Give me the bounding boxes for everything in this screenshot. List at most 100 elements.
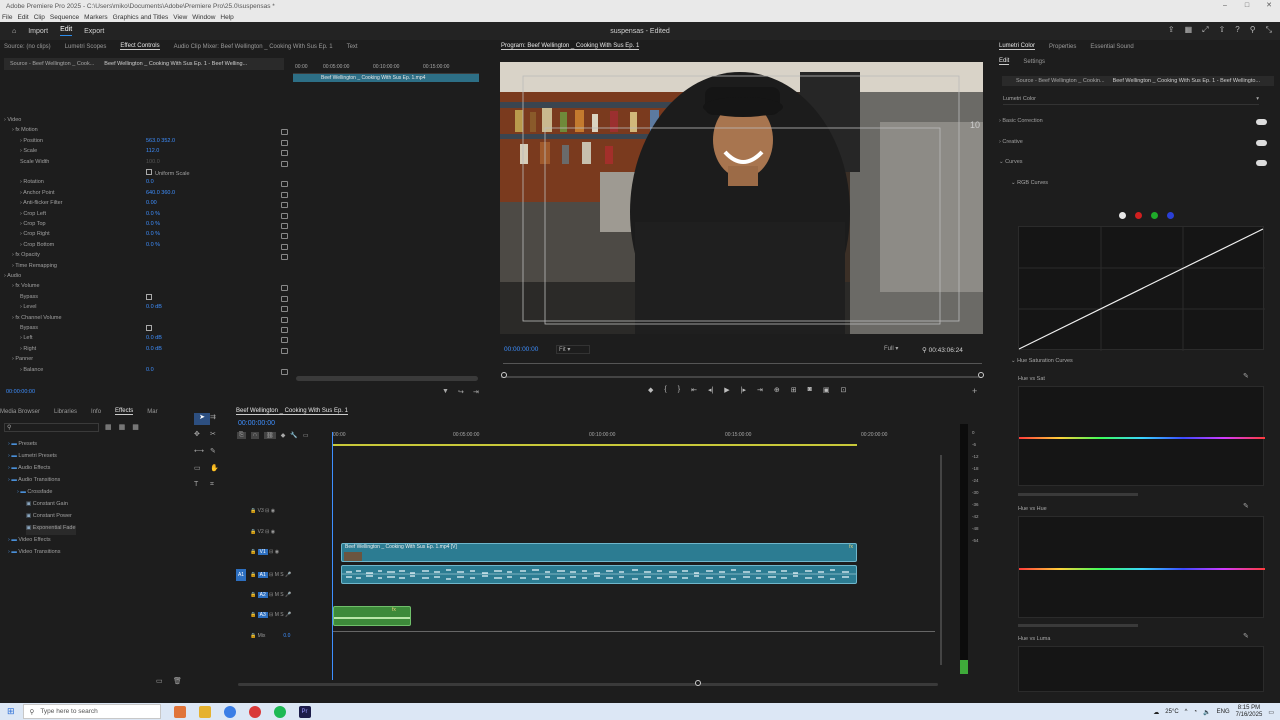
filter-icon[interactable]: ▼ bbox=[442, 388, 449, 395]
edit-tab[interactable]: Edit bbox=[60, 26, 73, 36]
weather-icon[interactable]: ☁ bbox=[1153, 709, 1159, 716]
step-back-icon[interactable]: ◂| bbox=[708, 386, 713, 394]
help-icon[interactable]: ? bbox=[1235, 25, 1239, 35]
program-tab[interactable]: Program: Beef Wellington _ Cooking With … bbox=[501, 43, 640, 50]
eye-icon[interactable]: ⊟ ◉ bbox=[268, 549, 279, 555]
curve-channel-dot[interactable] bbox=[1135, 212, 1142, 219]
razor-tool-icon[interactable]: ✂ bbox=[210, 430, 226, 442]
export-frame-icon[interactable]: ◙ bbox=[808, 386, 812, 394]
reset-parameter-icon[interactable] bbox=[281, 368, 288, 375]
property-value[interactable]: 0.0 bbox=[146, 367, 154, 377]
track-header-v3[interactable]: 🔒 V3 ⊟ ◉ bbox=[250, 508, 275, 514]
clip-dropdown[interactable]: Beef Wellington _ Cooking With Sus Ep. 1… bbox=[104, 61, 247, 67]
premiere-icon[interactable]: Pr bbox=[298, 705, 311, 718]
reset-parameter-icon[interactable] bbox=[281, 316, 288, 323]
play-only-audio-icon[interactable]: ↪ bbox=[458, 388, 464, 396]
curve-channel-dot[interactable] bbox=[1167, 212, 1174, 219]
eye-icon[interactable]: ⊟ ◉ bbox=[264, 529, 275, 535]
effects-tab-3[interactable]: Effects bbox=[115, 408, 134, 415]
section-toggle[interactable] bbox=[1256, 119, 1267, 125]
taskbar-search-input[interactable]: ⚲ Type here to search bbox=[22, 704, 161, 719]
reset-parameter-icon[interactable] bbox=[281, 306, 288, 313]
property-value[interactable]: 563.0 352.0 bbox=[146, 138, 175, 148]
eyedropper-icon[interactable]: ✎ bbox=[1243, 372, 1249, 380]
property-value[interactable]: 0.0 dB bbox=[146, 304, 162, 314]
ec-tab-0[interactable]: Source: (no clips) bbox=[4, 44, 51, 50]
reset-parameter-icon[interactable] bbox=[281, 150, 288, 157]
lumetri-section-2[interactable]: ⌄ Curves bbox=[999, 159, 1269, 169]
ec-tab-1[interactable]: Lumetri Scopes bbox=[65, 44, 107, 50]
reset-parameter-icon[interactable] bbox=[281, 347, 288, 354]
quick-export-icon[interactable]: ⇪ bbox=[1168, 25, 1175, 35]
uniform-scale-checkbox[interactable] bbox=[146, 169, 152, 175]
hand-tool-icon[interactable]: ✋ bbox=[210, 464, 226, 476]
hue-vs-luma-graph[interactable] bbox=[1018, 646, 1264, 692]
effect-property-row[interactable]: › Crop Right bbox=[20, 231, 50, 241]
property-value[interactable]: 0.0 % bbox=[146, 221, 160, 231]
close-icon[interactable]: ✕ bbox=[1258, 0, 1280, 12]
effects-tab-4[interactable]: Mar bbox=[147, 409, 157, 415]
effect-property-row[interactable]: › Time Remapping bbox=[12, 263, 57, 273]
effects-tree-item[interactable]: › ▬ Video Effects bbox=[8, 537, 51, 547]
reset-parameter-icon[interactable] bbox=[281, 202, 288, 209]
marker-icon[interactable]: ◆ bbox=[281, 432, 286, 439]
effect-property-row[interactable]: › Left bbox=[20, 335, 33, 345]
compare-view-icon[interactable]: ▣ bbox=[823, 386, 830, 394]
section-toggle[interactable] bbox=[1256, 139, 1267, 146]
hue-sat-curves-header[interactable]: ⌄ Hue Saturation Curves bbox=[1011, 358, 1073, 364]
pen-tool-icon[interactable]: ✎ bbox=[210, 447, 226, 459]
home-icon[interactable]: ⌂ bbox=[12, 28, 16, 35]
reset-parameter-icon[interactable] bbox=[281, 129, 288, 136]
mini-clip-bar[interactable]: Beef Wellington _ Cooking With Sus Ep. 1… bbox=[293, 74, 479, 82]
wifi-icon[interactable]: ◔ bbox=[1194, 709, 1198, 715]
caption-tool-icon[interactable]: ⌗ bbox=[210, 481, 226, 493]
lock-icon[interactable]: 🔒 bbox=[250, 633, 258, 639]
hue-vs-sat-graph[interactable] bbox=[1018, 386, 1265, 486]
mix-value[interactable]: 0.0 bbox=[283, 633, 290, 639]
windows-start-icon[interactable]: ⊞ bbox=[7, 706, 15, 717]
32bit-effects-icon[interactable]: ▦ bbox=[119, 423, 126, 431]
reset-parameter-icon[interactable] bbox=[281, 243, 288, 250]
effect-property-row[interactable]: › Rotation bbox=[20, 179, 44, 189]
audio-clip-a3[interactable]: fx bbox=[333, 606, 411, 626]
menu-markers[interactable]: Markers bbox=[84, 14, 107, 21]
expand-icon[interactable]: ⤡ bbox=[1266, 25, 1272, 35]
fit-dropdown[interactable]: Fit ▾ bbox=[556, 345, 590, 354]
type-tool-icon[interactable]: T bbox=[194, 481, 210, 493]
menu-view[interactable]: View bbox=[173, 14, 187, 21]
curve-channel-dot[interactable] bbox=[1151, 212, 1158, 219]
rgb-curves-header[interactable]: ⌄ RGB Curves bbox=[1011, 180, 1048, 186]
property-value[interactable]: 112.0 bbox=[146, 148, 159, 158]
chrome-icon[interactable] bbox=[223, 705, 236, 718]
reset-parameter-icon[interactable] bbox=[281, 327, 288, 333]
maximize-icon[interactable]: □ bbox=[1236, 0, 1258, 12]
reset-parameter-icon[interactable] bbox=[281, 139, 288, 146]
effect-controls-timecode[interactable]: 00:00:00:00 bbox=[6, 389, 35, 395]
effect-property-row[interactable]: › fx Opacity bbox=[12, 252, 40, 262]
track-header-mix[interactable]: 🔒 Mix 0.0 bbox=[250, 633, 290, 639]
property-value[interactable]: 0.0 dB bbox=[146, 335, 162, 345]
spotify-icon[interactable] bbox=[273, 705, 286, 718]
menu-file[interactable]: File bbox=[2, 14, 12, 21]
property-value[interactable]: 0.0 % bbox=[146, 231, 160, 241]
track-label[interactable]: A3 bbox=[257, 612, 268, 618]
reset-parameter-icon[interactable] bbox=[281, 160, 288, 167]
bypass-checkbox[interactable] bbox=[146, 293, 152, 304]
effect-property-row[interactable]: › Scale bbox=[20, 148, 37, 158]
effect-property-row[interactable]: › Audio bbox=[4, 273, 21, 283]
volume-icon[interactable]: 🔈 bbox=[1203, 709, 1210, 716]
add-marker-icon[interactable]: ◆ bbox=[648, 386, 653, 394]
effects-tree-item[interactable]: ▣ Exponential Fade bbox=[26, 525, 76, 535]
notifications-icon[interactable]: ⚲ bbox=[1250, 25, 1256, 35]
property-value[interactable]: 0.0 bbox=[146, 179, 154, 189]
go-to-in-icon[interactable]: ⇤ bbox=[691, 386, 697, 394]
snap-icon[interactable]: ∩ bbox=[250, 432, 260, 439]
mini-zoom-bar[interactable] bbox=[296, 376, 478, 381]
selection-tool-icon[interactable]: ➤ bbox=[194, 413, 210, 425]
hue-vs-sat-scroll[interactable] bbox=[1018, 493, 1138, 496]
effect-property-row[interactable]: › Video bbox=[4, 117, 21, 127]
delete-icon[interactable]: 🗑 bbox=[173, 677, 182, 685]
reset-parameter-icon[interactable] bbox=[281, 191, 288, 198]
timeline-horizontal-scroll[interactable] bbox=[238, 683, 938, 686]
track-header-a1[interactable]: 🔒 A1 ⊟ M S 🎤 bbox=[250, 572, 291, 578]
